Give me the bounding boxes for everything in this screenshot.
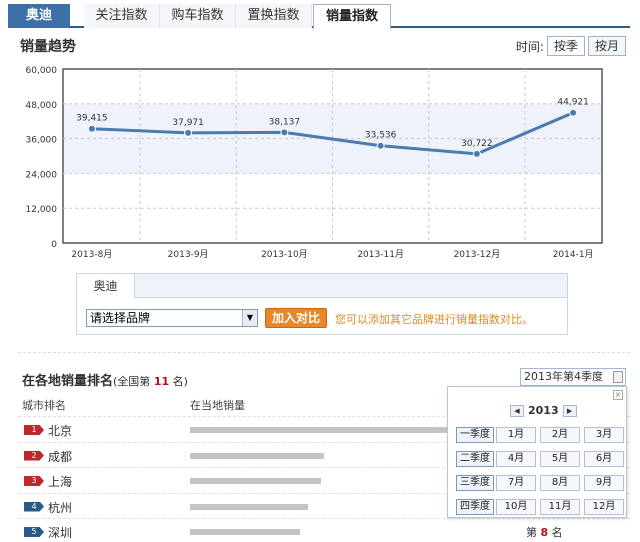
tab-purchase-index[interactable]: 购车指数 [160, 4, 236, 28]
y-tick-label: 12,000 [26, 205, 58, 215]
tab-sales-index[interactable]: 销量指数 [313, 4, 391, 29]
sales-bar [190, 478, 322, 484]
year-label: 2013 [528, 404, 559, 417]
chevron-down-icon: ▼ [242, 310, 257, 326]
y-tick-label: 60,000 [26, 66, 58, 76]
close-icon[interactable]: × [613, 390, 623, 400]
tab-trade-in-index[interactable]: 置换指数 [236, 4, 312, 28]
y-tick-label: 48,000 [26, 101, 58, 111]
ranking-row: 5 深圳 第 8 名 [18, 518, 630, 542]
month-button[interactable]: 8月 [540, 475, 580, 491]
city-name[interactable]: 成都 [48, 448, 72, 465]
data-label: 33,536 [365, 131, 397, 141]
rank-badge: 2 [24, 450, 44, 461]
quarter-picker-value: 2013年第4季度 [524, 370, 603, 383]
sales-bar [190, 503, 308, 510]
local-rank: 第 8 名 [526, 524, 563, 540]
brand-select-value: 请选择品牌 [90, 311, 151, 325]
data-label: 38,137 [269, 117, 301, 127]
rank-badge: 3 [24, 476, 44, 486]
by-quarter-button[interactable]: 按季 [546, 36, 585, 56]
ranking-subtitle-suffix: 名) [172, 375, 188, 388]
month-button[interactable]: 1月 [496, 427, 536, 443]
month-button[interactable]: 3月 [584, 427, 624, 443]
month-button[interactable]: 5月 [540, 451, 580, 467]
data-label: 44,921 [557, 98, 589, 108]
x-tick-label: 2013-11月 [357, 249, 404, 260]
national-rank: 11 [153, 375, 170, 388]
local-rank-value: 8 [540, 526, 549, 539]
quarter-calendar-popup: × ◀ 2013 ▶ 一季度 1月 2月 3月二季度 4月 5月 6月三季度 7月 8月 9月四季… [447, 386, 627, 518]
quarter-button[interactable]: 二季度 [456, 451, 494, 467]
prev-year-icon[interactable]: ◀ [510, 404, 524, 417]
rank-badge: 4 [24, 501, 44, 512]
ranking-title-text: 在各地销量排名 [22, 374, 114, 389]
x-tick-label: 2014-1月 [553, 249, 594, 260]
x-tick-label: 2013-9月 [168, 249, 209, 260]
tab-attention-index[interactable]: 关注指数 [84, 4, 160, 28]
sales-bar [190, 529, 300, 535]
add-compare-button[interactable]: 加入对比 [265, 308, 327, 328]
rank-badge: 5 [24, 527, 44, 537]
data-point [376, 141, 385, 150]
x-tick-label: 2013-8月 [71, 249, 112, 260]
y-tick-label: 36,000 [26, 136, 58, 146]
month-button[interactable]: 7月 [496, 475, 536, 491]
city-name[interactable]: 杭州 [48, 499, 72, 516]
data-point [280, 128, 289, 137]
y-tick-label: 24,000 [26, 170, 58, 180]
compare-brand-tab[interactable]: 奥迪 [77, 274, 135, 298]
index-tabbar: 奥迪 关注指数 购车指数 置换指数 销量指数 [8, 4, 630, 29]
data-point [472, 149, 481, 158]
rank-badge: 1 [24, 425, 44, 435]
next-year-icon[interactable]: ▶ [562, 404, 577, 417]
brand-tab[interactable]: 奥迪 [8, 4, 70, 28]
month-button[interactable]: 10月 [496, 499, 536, 515]
col-sales-header: 在当地销量 [190, 399, 245, 412]
data-point [184, 128, 193, 137]
month-button[interactable]: 6月 [584, 451, 624, 467]
quarter-button[interactable]: 四季度 [456, 499, 494, 515]
year-switcher: ◀ 2013 ▶ [510, 404, 577, 417]
data-point [569, 108, 578, 117]
x-tick-label: 2013-10月 [261, 249, 308, 260]
compare-panel: 奥迪 请选择品牌 ▼ 加入对比 您可以添加其它品牌进行销量指数对比。 [76, 273, 568, 335]
data-label: 37,971 [172, 118, 204, 128]
ranking-title: 在各地销量排名(全国第 11 名) [22, 370, 188, 389]
month-button[interactable]: 4月 [496, 451, 536, 467]
sales-bar [190, 452, 324, 459]
month-button[interactable]: 12月 [584, 499, 624, 515]
compare-header [77, 274, 567, 298]
col-city-header: 城市排名 [22, 399, 66, 412]
time-control: 时间: 按季 按月 [516, 36, 626, 56]
y-tick-label: 0 [51, 240, 57, 250]
city-name[interactable]: 上海 [48, 473, 72, 490]
month-button[interactable]: 2月 [540, 427, 580, 443]
sales-bar [190, 427, 448, 433]
local-rank-prefix: 第 [526, 526, 541, 539]
compare-hint: 您可以添加其它品牌进行销量指数对比。 [335, 313, 533, 326]
local-rank-suffix: 名 [548, 526, 563, 539]
data-point [87, 124, 96, 133]
city-name[interactable]: 北京 [48, 422, 72, 439]
x-tick-label: 2013-12月 [454, 249, 501, 260]
calendar-icon[interactable] [613, 371, 623, 383]
city-name[interactable]: 深圳 [48, 524, 72, 541]
month-button[interactable]: 11月 [540, 499, 580, 515]
trend-title: 销量趋势 [20, 39, 76, 55]
data-label: 30,722 [461, 139, 493, 149]
time-label: 时间: [515, 39, 544, 54]
quarter-button[interactable]: 三季度 [456, 475, 494, 491]
by-month-button[interactable]: 按月 [587, 36, 626, 56]
quarter-button[interactable]: 一季度 [456, 427, 494, 443]
section-divider [18, 352, 630, 353]
ranking-subtitle-prefix: (全国第 [113, 375, 151, 388]
sales-trend-chart: 0 12,000 24,000 36,000 48,000 60,000 2013-8月 20… [26, 66, 603, 260]
month-button[interactable]: 9月 [584, 475, 624, 491]
brand-select[interactable]: 请选择品牌 ▼ [86, 309, 258, 327]
quarter-picker[interactable]: 2013年第4季度 [520, 368, 626, 386]
data-label: 39,415 [76, 114, 108, 124]
